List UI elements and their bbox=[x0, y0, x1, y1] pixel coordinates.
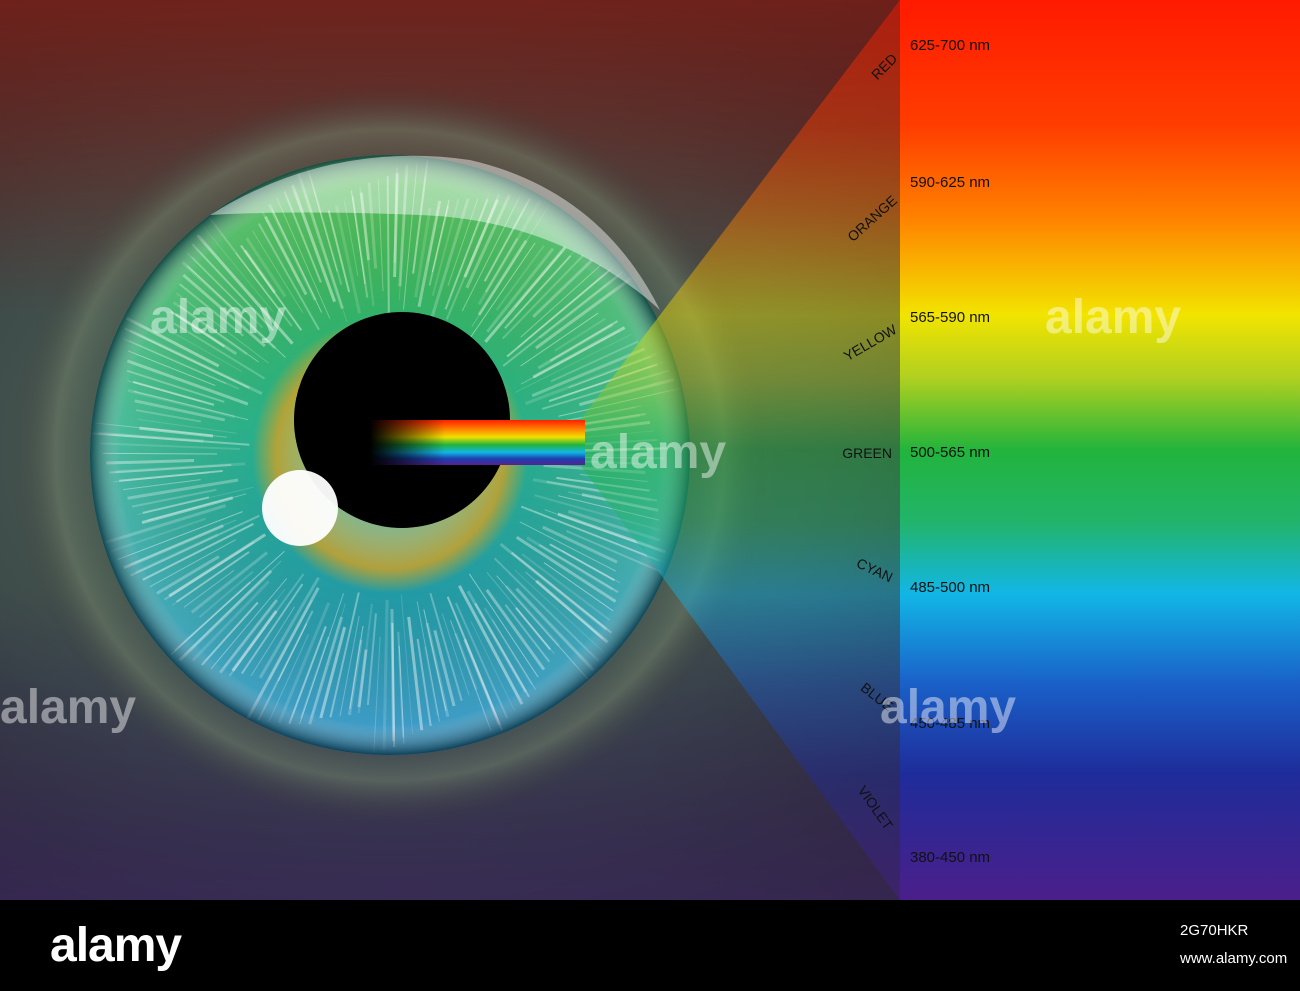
band-range-yellow: 565-590 nm bbox=[910, 309, 991, 326]
band-range-orange: 590-625 nm bbox=[910, 174, 991, 191]
footer-bar bbox=[0, 900, 1300, 991]
band-range-green: 500-565 nm bbox=[910, 444, 991, 461]
light-beam-fade bbox=[370, 420, 585, 465]
watermark: alamy bbox=[880, 681, 1017, 734]
band-range-violet: 380-450 nm bbox=[910, 849, 991, 866]
watermark: alamy bbox=[1045, 291, 1182, 344]
watermark: alamy bbox=[590, 426, 727, 479]
image-id: 2G70HKR bbox=[1180, 922, 1249, 939]
watermark: alamy bbox=[0, 681, 137, 734]
band-range-red: 625-700 nm bbox=[910, 37, 991, 54]
footer-url: www.alamy.com bbox=[1180, 950, 1288, 967]
pupil-glint bbox=[262, 470, 338, 546]
band-range-cyan: 485-500 nm bbox=[910, 579, 991, 596]
watermark: alamy bbox=[150, 291, 287, 344]
brand-logo: alamy bbox=[50, 919, 182, 972]
band-name-green: GREEN bbox=[842, 445, 892, 461]
